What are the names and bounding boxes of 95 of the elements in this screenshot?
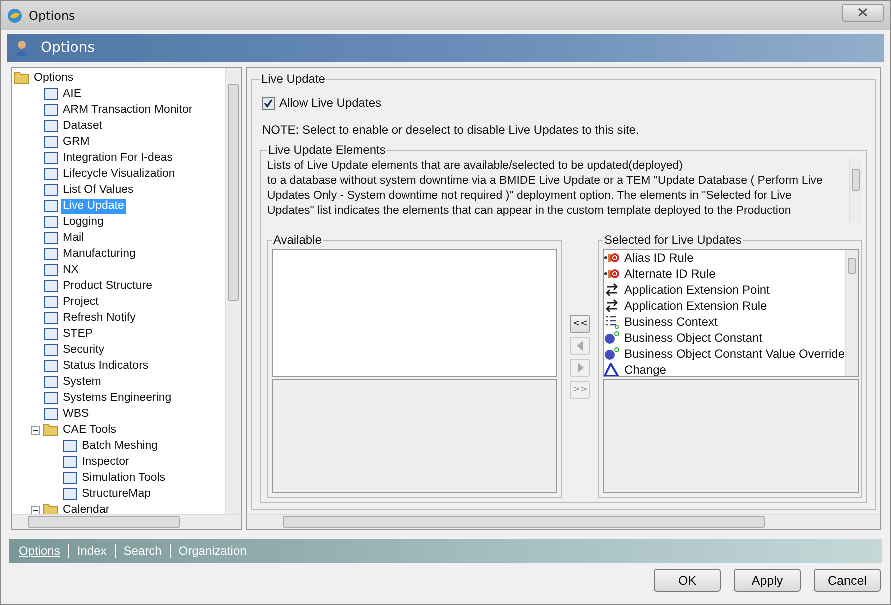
constant-icon <box>604 331 620 345</box>
folder-icon <box>43 423 59 437</box>
window-title: Options <box>29 8 76 22</box>
move-button[interactable]: << <box>570 315 590 333</box>
page-icon <box>43 359 59 373</box>
group-title: Available <box>272 233 323 247</box>
page-icon <box>43 295 59 309</box>
constant-icon <box>604 347 620 361</box>
group-title: Live Update Elements <box>267 143 387 157</box>
swap-arrows-icon <box>604 299 620 313</box>
user-icon <box>15 40 29 56</box>
tree-item[interactable]: Simulation Tools <box>80 470 168 486</box>
right-triangle-icon <box>576 363 584 373</box>
list-icon <box>604 315 620 329</box>
vertical-scrollbar[interactable] <box>225 68 242 514</box>
page-icon <box>43 215 59 229</box>
page-icon <box>43 231 59 245</box>
tree-item[interactable]: GRM <box>61 134 92 150</box>
tree-item[interactable]: STEP <box>61 326 96 342</box>
list-item[interactable]: Business Object Constant <box>624 331 763 345</box>
tree-item[interactable]: Calendar <box>61 502 112 514</box>
close-button[interactable] <box>842 4 884 22</box>
page-icon <box>62 471 78 485</box>
horizontal-scrollbar[interactable] <box>12 514 242 529</box>
tree-item[interactable]: AIE <box>61 86 84 102</box>
dialog-button[interactable]: Apply <box>734 569 801 592</box>
page-icon <box>43 343 59 357</box>
tree-item[interactable]: List Of Values <box>61 182 136 198</box>
list-item[interactable]: Business Object Constant Value Override <box>624 347 845 361</box>
list-item[interactable]: Application Extension Point <box>624 283 770 297</box>
list-item[interactable]: Alias ID Rule <box>624 251 694 265</box>
available-list[interactable] <box>272 249 558 377</box>
page-icon <box>43 263 59 277</box>
tree-item[interactable]: Batch Meshing <box>80 438 160 454</box>
page-icon <box>43 391 59 405</box>
tree-item[interactable]: ARM Transaction Monitor <box>61 102 195 118</box>
page-icon <box>43 279 59 293</box>
tree-item[interactable]: CAE Tools <box>61 422 118 438</box>
tree-item[interactable]: Mail <box>61 230 86 246</box>
collapse-toggle-icon[interactable] <box>31 506 40 514</box>
page-icon <box>43 407 59 421</box>
checkbox-label: Allow Live Updates <box>279 96 382 110</box>
page-icon <box>62 439 78 453</box>
app-logo-icon <box>7 8 23 24</box>
page-icon <box>43 119 59 133</box>
checkbox[interactable] <box>262 96 276 110</box>
tree-item[interactable]: Systems Engineering <box>61 390 174 406</box>
tree-item[interactable]: Dataset <box>61 118 105 134</box>
folder-icon <box>14 71 30 85</box>
dialog-button[interactable]: Cancel <box>814 569 881 592</box>
tree-item[interactable]: Manufacturing <box>61 246 138 262</box>
page-icon <box>43 199 59 213</box>
page-icon <box>62 487 78 501</box>
horizontal-scrollbar[interactable] <box>247 514 880 529</box>
tree-item[interactable]: NX <box>61 262 81 278</box>
group-title: Selected for Live Updates <box>603 233 743 247</box>
tree-item[interactable]: Logging <box>61 214 106 230</box>
tree-item[interactable]: Lifecycle Visualization <box>61 166 178 182</box>
header-title: Options <box>41 40 96 56</box>
tree-item[interactable]: Options <box>32 70 76 86</box>
vertical-scrollbar[interactable] <box>849 159 862 223</box>
vertical-scrollbar[interactable] <box>845 250 858 376</box>
dialog-button[interactable]: OK <box>654 569 721 592</box>
tree-item[interactable]: Inspector <box>80 454 132 470</box>
list-item[interactable]: Business Context <box>624 315 718 329</box>
page-icon <box>43 183 59 197</box>
page-icon <box>43 311 59 325</box>
page-icon <box>62 455 78 469</box>
description-text: Lists of Live Update elements that are available/selected to be updated(deployed) to a database without system downtime via a BMIDE Live Update or a TEM "Update Database ( Perform Live Updates Only - System downtime not required )" deployment option. The elements in "Selected for Live Updates" list indicates the elements that can appear in the custom template deployed to the Production <box>267 159 824 219</box>
page-icon <box>43 375 59 389</box>
page-icon <box>43 167 59 181</box>
list-item[interactable]: Alternate ID Rule <box>624 267 716 281</box>
collapse-toggle-icon[interactable] <box>31 426 40 434</box>
tree-item[interactable]: System <box>61 374 104 390</box>
note-text: NOTE: Select to enable or deselect to disable Live Updates to this site. <box>262 123 640 137</box>
tree-item[interactable]: Project <box>61 294 101 310</box>
triangle-icon <box>604 363 620 376</box>
page-icon <box>43 135 59 149</box>
group-title: Live Update <box>260 72 326 86</box>
page-icon <box>43 247 59 261</box>
tree-item[interactable]: StructureMap <box>80 486 154 502</box>
page-icon <box>43 87 59 101</box>
tree-item[interactable]: Status Indicators <box>61 358 151 374</box>
page-icon <box>43 327 59 341</box>
tree-item[interactable]: WBS <box>61 406 92 422</box>
close-icon <box>858 8 868 17</box>
swap-arrows-icon <box>604 283 620 297</box>
tree-item[interactable]: Product Structure <box>61 278 154 294</box>
tree-item[interactable]: Integration For I-deas <box>61 150 175 166</box>
page-icon <box>43 151 59 165</box>
tree-item[interactable]: Security <box>61 342 107 358</box>
list-item[interactable]: Application Extension Rule <box>624 299 768 313</box>
left-triangle-icon <box>576 341 584 351</box>
page-icon <box>43 103 59 117</box>
tree-item[interactable]: Refresh Notify <box>61 310 138 326</box>
